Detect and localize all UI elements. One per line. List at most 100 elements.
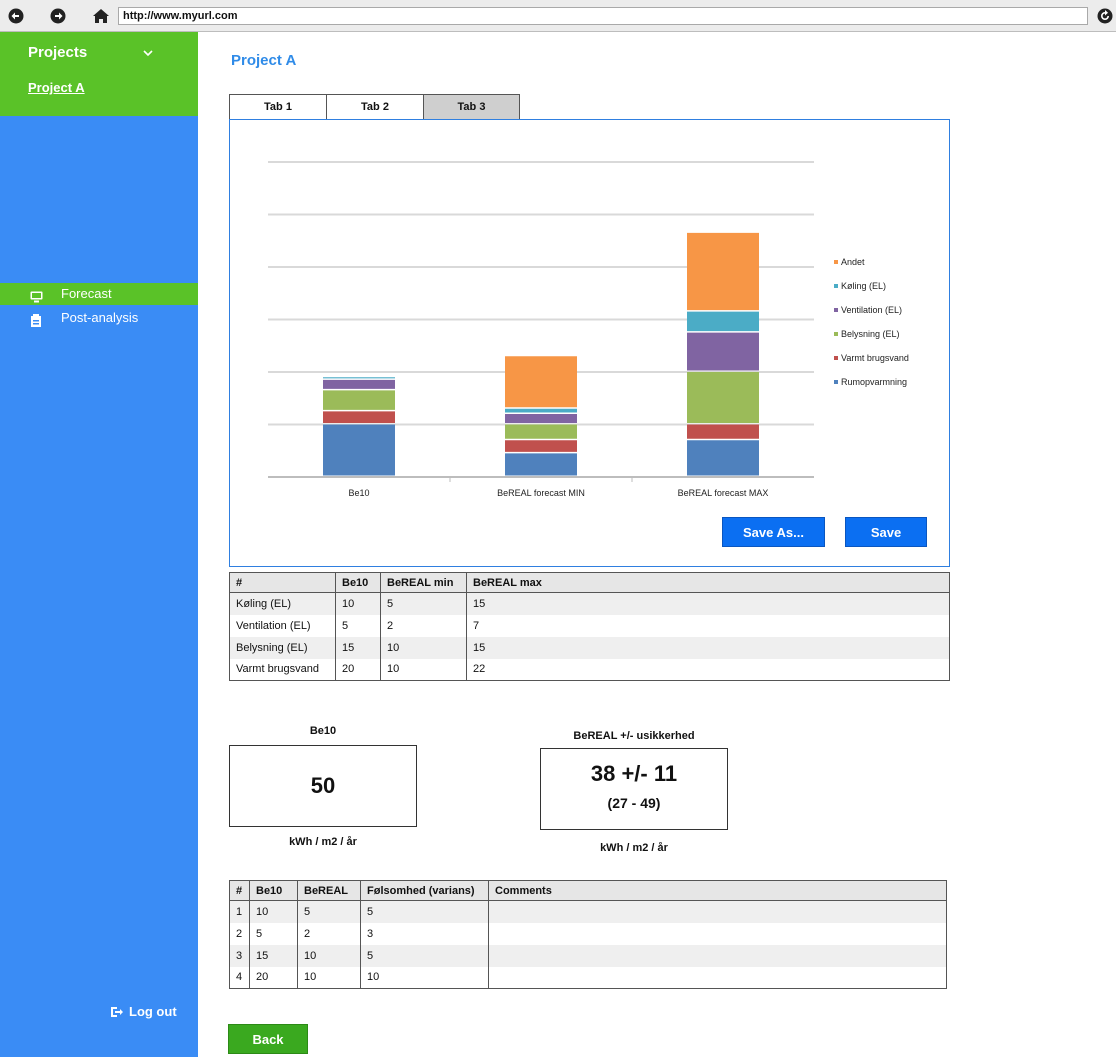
comment-cell[interactable] (488, 966, 947, 989)
comment-cell[interactable] (488, 922, 947, 945)
bar-segment (323, 424, 395, 476)
table-cell: 5 (335, 614, 381, 637)
project-link[interactable]: Project A (28, 80, 85, 95)
table-cell: 15 (466, 592, 950, 615)
bar-segment (505, 424, 577, 439)
tab-2[interactable]: Tab 2 (326, 94, 424, 120)
table-cell: 10 (360, 966, 489, 989)
column-header: BeREAL (297, 880, 361, 901)
sidebar-item-label: Post-analysis (61, 310, 139, 325)
column-header: # (229, 572, 336, 593)
table-cell: Køling (EL) (229, 592, 336, 615)
legend-label: Rumopvarmning (841, 377, 907, 387)
home-icon[interactable] (92, 8, 110, 29)
comment-cell[interactable] (488, 900, 947, 923)
logout-label: Log out (129, 1004, 177, 1019)
table-cell: 3 (229, 944, 250, 967)
be10-kpi-label: Be10 (309, 725, 337, 737)
table-cell: 10 (249, 900, 298, 923)
bereal-kpi-value: 38 +/- 11 (590, 761, 678, 786)
bar-segment (505, 440, 577, 452)
table-cell: 5 (297, 900, 361, 923)
column-header: BeREAL max (466, 572, 950, 593)
chevron-down-icon[interactable] (143, 46, 153, 60)
bar-segment (687, 440, 759, 476)
table-cell: 15 (335, 636, 381, 659)
legend-swatch (834, 356, 838, 360)
projects-dropdown-label[interactable]: Projects (28, 44, 87, 61)
column-header: Be10 (335, 572, 381, 593)
bar-segment (505, 414, 577, 423)
legend-swatch (834, 308, 838, 312)
bereal-kpi-box: 38 +/- 11 (27 - 49) (540, 748, 728, 830)
browser-toolbar: http://www.myurl.com (0, 0, 1116, 32)
tab-1[interactable]: Tab 1 (229, 94, 327, 120)
bar-segment (505, 453, 577, 476)
x-tick-label: Be10 (348, 488, 369, 498)
table-cell: Belysning (EL) (229, 636, 336, 659)
table-cell: 7 (466, 614, 950, 637)
table-cell: 15 (249, 944, 298, 967)
legend-swatch (834, 284, 838, 288)
sidebar: Projects Project A Forecast Post-analysi… (0, 32, 198, 1057)
be10-kpi-box: 50 (229, 745, 417, 827)
table-row: Køling (EL) 10 5 15 (229, 592, 950, 615)
back-arrow-icon[interactable] (8, 8, 24, 29)
table-row: 2 5 2 3 (229, 922, 947, 945)
bereal-kpi-unit: kWh / m2 / år (600, 842, 668, 854)
sensitivity-table: # Be10 BeREAL Følsomhed (varians) Commen… (229, 880, 947, 989)
table-cell: 4 (229, 966, 250, 989)
back-button[interactable]: Back (228, 1024, 308, 1054)
page-title: Project A (231, 52, 297, 69)
bar-segment (687, 332, 759, 371)
comment-cell[interactable] (488, 944, 947, 967)
table-cell: 2 (297, 922, 361, 945)
legend-label: Andet (841, 257, 865, 267)
bar-segment (323, 390, 395, 410)
legend-swatch (834, 260, 838, 264)
column-header: # (229, 880, 250, 901)
sidebar-item-post-analysis[interactable]: Post-analysis (0, 307, 198, 329)
stacked-bar-chart: Be10 BeREAL forecast MIN BeREAL forecast M… (268, 161, 909, 498)
save-as-button[interactable]: Save As... (722, 517, 825, 547)
sidebar-item-forecast[interactable]: Forecast (0, 283, 198, 305)
table-row: Ventilation (EL) 5 2 7 (229, 614, 950, 637)
table-cell: 15 (466, 636, 950, 659)
table-cell: 10 (297, 966, 361, 989)
address-bar[interactable]: http://www.myurl.com (118, 7, 1088, 25)
save-button[interactable]: Save (845, 517, 927, 547)
bar-segment (323, 379, 395, 389)
table-cell: 2 (229, 922, 250, 945)
table-row: 3 15 10 5 (229, 944, 947, 967)
sidebar-item-label: Forecast (61, 286, 112, 301)
column-header: BeREAL min (380, 572, 467, 593)
table-row: 4 20 10 10 (229, 966, 947, 989)
bereal-kpi-label: BeREAL +/- usikkerhed (573, 730, 695, 742)
column-header: Følsomhed (varians) (360, 880, 489, 901)
bar-segment (323, 411, 395, 423)
bar-segment (505, 356, 577, 408)
table-cell: 5 (360, 944, 489, 967)
tab-3[interactable]: Tab 3 (423, 94, 520, 120)
be10-kpi-value: 50 (310, 773, 336, 798)
reload-icon[interactable] (1097, 8, 1113, 29)
column-header: Comments (488, 880, 947, 901)
table-cell: Ventilation (EL) (229, 614, 336, 637)
column-header: Be10 (249, 880, 298, 901)
bar-segment (323, 377, 395, 379)
logout-link[interactable]: Log out (110, 1004, 177, 1021)
table-cell: Varmt brugsvand (229, 658, 336, 681)
table-cell: 5 (380, 592, 467, 615)
bereal-kpi-range: (27 - 49) (607, 795, 661, 811)
forward-arrow-icon[interactable] (50, 8, 66, 29)
legend-label: Køling (EL) (841, 281, 886, 291)
table-cell: 10 (380, 658, 467, 681)
table-cell: 1 (229, 900, 250, 923)
table-cell: 5 (360, 900, 489, 923)
table-cell: 22 (466, 658, 950, 681)
report-icon (30, 312, 42, 334)
bar-segment (505, 408, 577, 413)
table-row: Varmt brugsvand 20 10 22 (229, 658, 950, 681)
legend-label: Belysning (EL) (841, 329, 900, 339)
table-cell: 2 (380, 614, 467, 637)
